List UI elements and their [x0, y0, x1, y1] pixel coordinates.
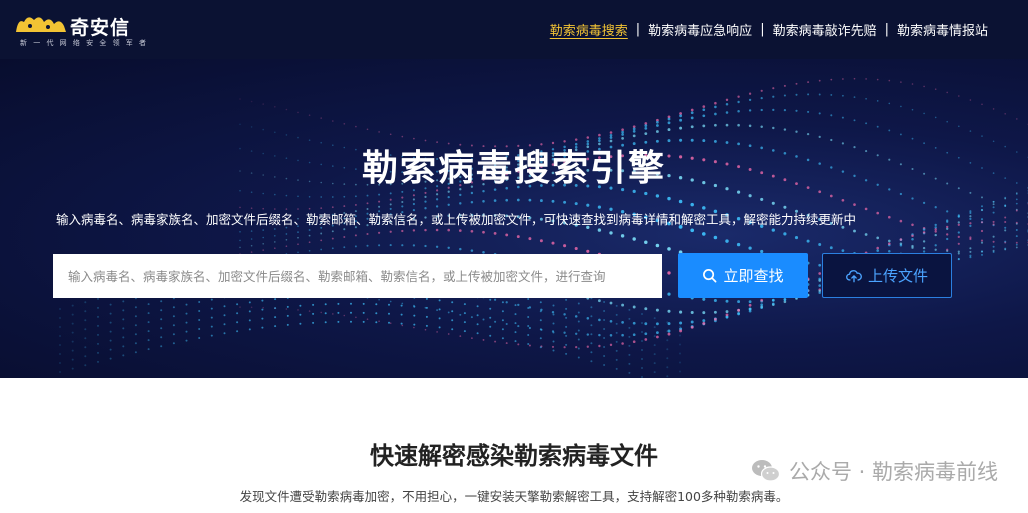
qianxin-logo[interactable]: 奇安信 新 一 代 网 络 安 全 领 军 者 [14, 11, 146, 51]
hero-description: 输入病毒名、病毒家族名、加密文件后缀名、勒索邮箱、勒索信名，或上传被加密文件，可… [56, 212, 857, 227]
search-button[interactable]: 立即查找 [678, 253, 808, 298]
logo-mark-icon [16, 17, 66, 32]
nav-item-intelligence-station[interactable]: 勒索病毒情报站 [897, 20, 988, 39]
search-button-label: 立即查找 [723, 267, 784, 285]
nav-separator: | [760, 22, 765, 37]
logo-name: 奇安信 [70, 17, 131, 39]
section-description: 发现文件遭受勒索病毒加密，不用担心，一键安装天擎勒索解密工具，支持解密100多种… [239, 489, 789, 504]
top-navigation-bar: 奇安信 新 一 代 网 络 安 全 领 军 者 勒索病毒搜索 | 勒索病毒应急响… [0, 0, 1028, 59]
upload-button-label: 上传文件 [867, 267, 928, 285]
search-icon [703, 269, 717, 283]
search-input[interactable] [53, 254, 662, 298]
nav-item-ransomware-search[interactable]: 勒索病毒搜索 [550, 20, 628, 39]
nav-separator: | [635, 22, 641, 37]
nav-item-emergency-response[interactable]: 勒索病毒应急响应 [648, 20, 752, 39]
watermark-text: 公众号 · 勒索病毒前线 [788, 460, 998, 484]
nav-separator: | [884, 22, 889, 37]
logo-tagline: 新 一 代 网 络 安 全 领 军 者 [20, 39, 149, 47]
hero-banner: 勒索病毒搜索引擎 输入病毒名、病毒家族名、加密文件后缀名、勒索邮箱、勒索信名，或… [0, 59, 1028, 378]
wechat-icon [751, 460, 781, 482]
main-nav: 勒索病毒搜索 | 勒索病毒应急响应 | 勒索病毒敲诈先赔 | 勒索病毒情报站 [550, 20, 988, 39]
upload-file-button[interactable]: 上传文件 [822, 253, 952, 298]
nav-item-extortion-compensation[interactable]: 勒索病毒敲诈先赔 [773, 20, 877, 39]
wechat-watermark: 公众号 · 勒索病毒前线 [751, 456, 998, 486]
cloud-upload-icon [846, 270, 862, 283]
hero-title: 勒索病毒搜索引擎 [361, 148, 666, 189]
